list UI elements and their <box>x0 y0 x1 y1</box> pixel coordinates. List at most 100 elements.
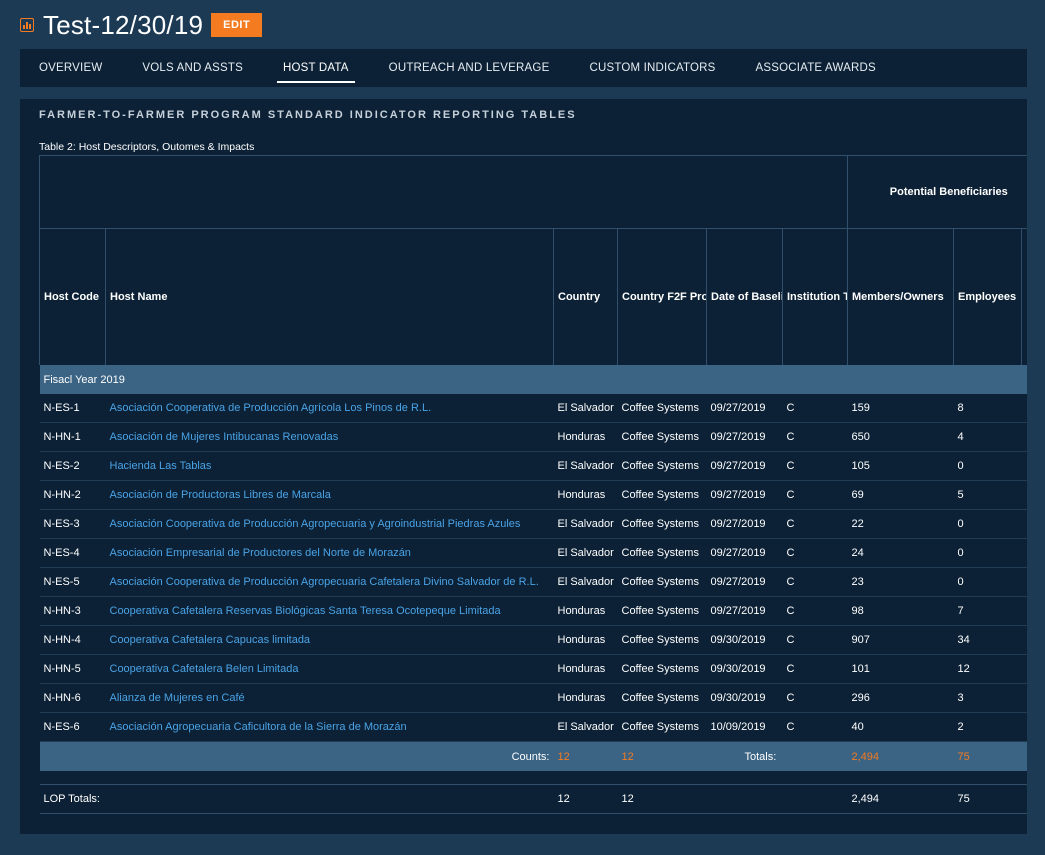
truncated-cell <box>1021 422 1027 452</box>
host-code-cell: N-ES-3 <box>39 509 106 539</box>
members-cell: 650 <box>847 422 954 452</box>
host-name-link[interactable]: Cooperativa Cafetalera Capucas limitada <box>105 625 554 655</box>
col-members-owners: Members/Owners <box>847 228 954 365</box>
host-name-link[interactable]: Asociación de Productoras Libres de Marc… <box>105 480 554 510</box>
page-title: Test-12/30/19 <box>43 9 204 40</box>
truncated-cell <box>1021 596 1027 626</box>
institution-type-cell: C <box>782 596 848 626</box>
employees-cell: 7 <box>953 596 1022 626</box>
date-cell: 09/27/2019 <box>706 422 783 452</box>
employees-cell: 12 <box>953 654 1022 684</box>
country-cell: Honduras <box>553 625 618 655</box>
date-cell: 09/27/2019 <box>706 451 783 481</box>
project-cell: Coffee Systems <box>617 567 707 597</box>
members-cell: 22 <box>847 509 954 539</box>
country-cell: Honduras <box>553 683 618 713</box>
host-name-link[interactable]: Asociación Empresarial de Productores de… <box>105 538 554 568</box>
totals-members: 2,494 <box>847 741 954 771</box>
country-cell: El Salvador <box>553 538 618 568</box>
lop-blank <box>706 784 848 814</box>
date-cell: 09/27/2019 <box>706 538 783 568</box>
country-cell: El Salvador <box>553 712 618 742</box>
lop-truncated <box>1021 784 1027 814</box>
project-cell: Coffee Systems <box>617 509 707 539</box>
members-cell: 101 <box>847 654 954 684</box>
employees-cell: 3 <box>953 683 1022 713</box>
col-date-baseline: Date of Baseline Assessment <box>706 228 783 365</box>
host-name-link[interactable]: Asociación Cooperativa de Producción Agr… <box>105 567 554 597</box>
host-code-cell: N-ES-5 <box>39 567 106 597</box>
host-name-link[interactable]: Asociación Cooperativa de Producción Agr… <box>105 509 554 539</box>
date-cell: 09/27/2019 <box>706 596 783 626</box>
institution-type-cell: C <box>782 451 848 481</box>
lop-country: 12 <box>553 784 618 814</box>
table-row: N-HN-1 Asociación de Mujeres Intibucanas … <box>39 422 1027 452</box>
host-name-link[interactable]: Asociación de Mujeres Intibucanas Renova… <box>105 422 554 452</box>
date-cell: 10/09/2019 <box>706 712 783 742</box>
tab-outreach-and-leverage[interactable]: OUTREACH AND LEVERAGE <box>369 49 570 87</box>
host-name-link[interactable]: Cooperativa Cafetalera Belen Limitada <box>105 654 554 684</box>
project-cell: Coffee Systems <box>617 451 707 481</box>
country-cell: Honduras <box>553 480 618 510</box>
members-cell: 24 <box>847 538 954 568</box>
column-header-row: Host Code Host Name Country Country F2F … <box>39 228 1027 365</box>
employees-cell: 34 <box>953 625 1022 655</box>
institution-type-cell: C <box>782 654 848 684</box>
host-code-cell: N-ES-4 <box>39 538 106 568</box>
tab-host-data[interactable]: HOST DATA <box>263 49 369 87</box>
table-row: N-ES-3 Asociación Cooperativa de Producci… <box>39 509 1027 539</box>
fiscal-year-row: Fisacl Year 2019 <box>39 365 1027 394</box>
members-cell: 159 <box>847 394 954 423</box>
host-name-link[interactable]: Cooperativa Cafetalera Reservas Biológic… <box>105 596 554 626</box>
members-cell: 296 <box>847 683 954 713</box>
edit-button[interactable]: EDIT <box>211 13 263 37</box>
truncated-cell <box>1021 683 1027 713</box>
col-host-code: Host Code <box>39 228 106 365</box>
project-cell: Coffee Systems <box>617 712 707 742</box>
truncated-cell <box>1021 567 1027 597</box>
host-code-cell: N-HN-3 <box>39 596 106 626</box>
host-name-link[interactable]: Asociación Agropecuaria Caficultora de l… <box>105 712 554 742</box>
employees-cell: 2 <box>953 712 1022 742</box>
institution-type-cell: C <box>782 394 848 423</box>
host-name-link[interactable]: Hacienda Las Tablas <box>105 451 554 481</box>
col-host-name: Host Name <box>105 228 554 365</box>
counts-project: 12 <box>617 741 707 771</box>
table-row: N-ES-2 Hacienda Las Tablas El Salvador Coff… <box>39 451 1027 481</box>
employees-cell: 0 <box>953 451 1022 481</box>
group-header-row: Potential Beneficiaries <box>39 155 1027 229</box>
members-cell: 105 <box>847 451 954 481</box>
members-cell: 69 <box>847 480 954 510</box>
tab-overview[interactable]: OVERVIEW <box>20 49 122 87</box>
country-cell: El Salvador <box>553 567 618 597</box>
project-cell: Coffee Systems <box>617 480 707 510</box>
col-institution-type: Institution Type <box>782 228 848 365</box>
host-name-link[interactable]: Asociación Cooperativa de Producción Agr… <box>105 394 554 423</box>
project-cell: Coffee Systems <box>617 422 707 452</box>
truncated-cell <box>1021 451 1027 481</box>
tab-custom-indicators[interactable]: CUSTOM INDICATORS <box>569 49 735 87</box>
host-name-link[interactable]: Alianza de Mujeres en Café <box>105 683 554 713</box>
counts-row: Counts: 12 12 Totals: 2,494 75 <box>39 741 1027 771</box>
project-cell: Coffee Systems <box>617 596 707 626</box>
lop-employees: 75 <box>953 784 1022 814</box>
spacer-row <box>40 771 1028 785</box>
date-cell: 09/27/2019 <box>706 509 783 539</box>
date-cell: 09/30/2019 <box>706 625 783 655</box>
fiscal-year-label: Fisacl Year 2019 <box>39 365 1027 394</box>
counts-label: Counts: <box>39 741 554 771</box>
country-cell: Honduras <box>553 654 618 684</box>
tab-associate-awards[interactable]: ASSOCIATE AWARDS <box>736 49 896 87</box>
tab-vols-and-assts[interactable]: VOLS AND ASSTS <box>122 49 263 87</box>
truncated-cell <box>1021 480 1027 510</box>
group-header-blank <box>39 155 848 229</box>
table-row: N-HN-6 Alianza de Mujeres en Café Honduras… <box>39 683 1027 713</box>
table-row: N-HN-2 Asociación de Productoras Libres d… <box>39 480 1027 510</box>
members-cell: 23 <box>847 567 954 597</box>
date-cell: 09/27/2019 <box>706 394 783 423</box>
employees-cell: 5 <box>953 480 1022 510</box>
project-cell: Coffee Systems <box>617 683 707 713</box>
lop-members: 2,494 <box>847 784 954 814</box>
project-cell: Coffee Systems <box>617 654 707 684</box>
institution-type-cell: C <box>782 567 848 597</box>
